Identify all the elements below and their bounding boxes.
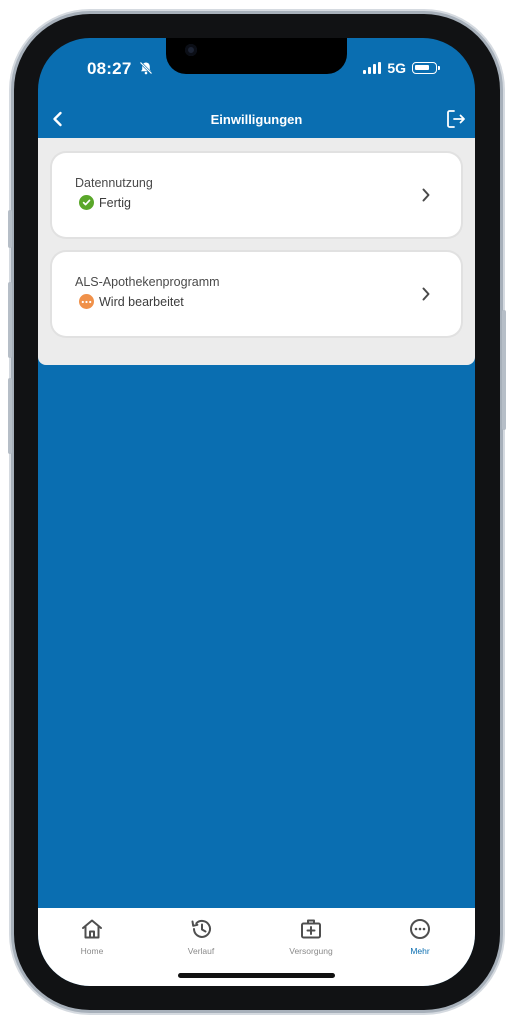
tab-label: Mehr (410, 946, 430, 956)
tab-label: Versorgung (289, 946, 333, 956)
bell-slash-icon (139, 61, 153, 75)
home-indicator (178, 973, 335, 978)
history-icon (191, 919, 211, 938)
app-screen: 08:27 5G Einwilligungen Datennutzung Fer… (38, 38, 475, 986)
power-button (502, 310, 506, 430)
consent-title: ALS-Apothekenprogramm (75, 275, 220, 289)
page-title: Einwilligungen (210, 112, 303, 127)
tab-label: Home (80, 946, 104, 956)
battery-icon (412, 62, 440, 74)
more-dots-icon (79, 294, 94, 309)
check-circle-icon (79, 195, 94, 210)
battery-level (415, 65, 430, 70)
consent-status-label: Fertig (99, 195, 131, 210)
top-navigation-bar: Einwilligungen (38, 102, 475, 136)
status-indicators: 5G (363, 60, 440, 76)
consent-status-label: Wird bearbeitet (99, 294, 184, 309)
notch (166, 38, 347, 74)
cellular-signal-icon (363, 62, 382, 74)
network-type: 5G (387, 60, 406, 76)
consent-status: Wird bearbeitet (79, 294, 184, 309)
chevron-right-icon (422, 287, 430, 301)
status-time: 08:27 (87, 59, 132, 78)
consent-status: Fertig (79, 195, 131, 210)
front-camera (185, 44, 197, 56)
volume-up-button (8, 282, 12, 358)
chevron-right-icon (422, 188, 430, 202)
consent-title: Datennutzung (75, 176, 153, 190)
tab-mehr[interactable]: Mehr (370, 918, 470, 956)
tab-label: Verlauf (187, 946, 215, 956)
mute-switch (8, 210, 12, 248)
more-icon (410, 919, 430, 939)
tab-verlauf[interactable]: Verlauf (151, 918, 251, 956)
consent-item-als-apothekenprogramm[interactable]: ALS-Apothekenprogramm Wird bearbeitet (52, 252, 461, 336)
tab-versorgung[interactable]: Versorgung (261, 918, 361, 956)
home-icon (82, 919, 102, 939)
volume-down-button (8, 378, 12, 454)
medical-kit-icon (301, 919, 321, 939)
consent-list: Datennutzung Fertig ALS-Apothekenprogram… (38, 138, 475, 365)
logout-icon[interactable] (445, 108, 467, 130)
consent-item-datennutzung[interactable]: Datennutzung Fertig (52, 153, 461, 237)
tab-home[interactable]: Home (42, 918, 142, 956)
